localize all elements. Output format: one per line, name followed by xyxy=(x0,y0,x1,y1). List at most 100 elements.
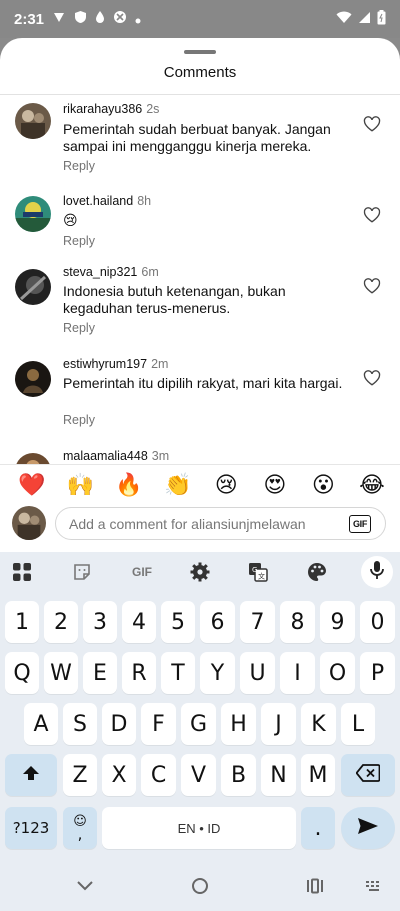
comment-input-box[interactable]: GIF xyxy=(55,507,386,540)
emoji-raised-hands[interactable]: 🙌 xyxy=(67,473,95,502)
avatar[interactable] xyxy=(15,269,51,305)
key-h[interactable]: H xyxy=(221,703,256,745)
dot-icon xyxy=(135,11,141,28)
key-j[interactable]: J xyxy=(261,703,296,745)
key-3[interactable]: 3 xyxy=(83,601,117,643)
nav-home-icon[interactable] xyxy=(190,876,210,896)
key-s[interactable]: S xyxy=(63,703,97,745)
settings-gear-icon[interactable] xyxy=(188,560,212,584)
key-w[interactable]: W xyxy=(44,652,78,694)
period-key[interactable]: . xyxy=(301,807,335,849)
comments-list[interactable]: rikarahayu386 2s Pemerintah sudah berbuat… xyxy=(0,95,400,464)
key-x[interactable]: X xyxy=(102,754,136,796)
emoji-fire[interactable]: 🔥 xyxy=(115,473,143,502)
key-5[interactable]: 5 xyxy=(161,601,195,643)
key-y[interactable]: Y xyxy=(200,652,235,694)
key-d[interactable]: D xyxy=(102,703,136,745)
backspace-icon xyxy=(355,763,381,788)
key-b[interactable]: B xyxy=(221,754,256,796)
gif-tab-icon[interactable]: GIF xyxy=(128,560,156,584)
send-key[interactable] xyxy=(341,807,395,849)
shift-key[interactable] xyxy=(5,754,57,796)
key-0[interactable]: 0 xyxy=(360,601,395,643)
comments-sheet: Comments rikarahayu386 2s Pemerintah suda… xyxy=(0,38,400,552)
key-c[interactable]: C xyxy=(141,754,176,796)
key-m[interactable]: M xyxy=(301,754,335,796)
comma-key-label: , xyxy=(77,825,83,843)
reply-button[interactable]: Reply xyxy=(63,234,95,248)
key-r[interactable]: R xyxy=(122,652,156,694)
emoji-quick-bar: ❤️ 🙌 🔥 👏 😢 😍 😮 😂 xyxy=(0,464,400,502)
emoji-clap[interactable]: 👏 xyxy=(164,473,192,502)
emoji-surprised[interactable]: 😮 xyxy=(309,473,337,502)
symbols-key[interactable]: ?123 xyxy=(5,807,57,849)
like-heart-icon[interactable] xyxy=(363,277,381,295)
reply-button[interactable]: Reply xyxy=(63,159,95,173)
key-q[interactable]: Q xyxy=(5,652,39,694)
key-z[interactable]: Z xyxy=(63,754,97,796)
key-e[interactable]: E xyxy=(83,652,117,694)
comment-username[interactable]: rikarahayu386 2s xyxy=(63,102,159,116)
key-1[interactable]: 1 xyxy=(5,601,39,643)
key-f[interactable]: F xyxy=(141,703,176,745)
key-t[interactable]: T xyxy=(161,652,195,694)
key-2[interactable]: 2 xyxy=(44,601,78,643)
translate-icon[interactable]: G文 xyxy=(246,560,270,584)
emoji-heart-eyes[interactable]: 😍 xyxy=(261,473,289,502)
key-i[interactable]: I xyxy=(280,652,315,694)
space-bar[interactable]: EN • ID xyxy=(102,807,296,849)
gif-button[interactable]: GIF xyxy=(349,515,371,533)
comment-username[interactable]: malaamalia448 3m xyxy=(63,449,169,463)
theme-palette-icon[interactable] xyxy=(305,560,329,584)
key-v[interactable]: V xyxy=(181,754,216,796)
mic-button[interactable] xyxy=(361,556,393,588)
nav-back-chevron-icon[interactable] xyxy=(74,876,96,896)
key-4[interactable]: 4 xyxy=(122,601,156,643)
current-user-avatar xyxy=(12,506,46,540)
key-l[interactable]: L xyxy=(341,703,375,745)
like-heart-icon[interactable] xyxy=(363,369,381,387)
comment-username[interactable]: steva_nip321 6m xyxy=(63,265,159,279)
backspace-key[interactable] xyxy=(341,754,395,796)
drag-handle[interactable] xyxy=(184,50,216,54)
sticker-icon[interactable] xyxy=(70,560,94,584)
key-9[interactable]: 9 xyxy=(320,601,355,643)
comment-text: Pemerintah sudah berbuat banyak. Jangan … xyxy=(63,121,331,154)
key-p[interactable]: P xyxy=(360,652,395,694)
emoji-crying[interactable]: 😢 xyxy=(212,473,240,502)
key-6[interactable]: 6 xyxy=(200,601,235,643)
comment-time: 8h xyxy=(137,194,152,208)
key-n[interactable]: N xyxy=(261,754,296,796)
like-heart-icon[interactable] xyxy=(363,206,381,224)
emoji-comma-key[interactable]: ☺ , xyxy=(63,807,97,849)
key-k[interactable]: K xyxy=(301,703,336,745)
keyboard-switch-icon[interactable] xyxy=(364,876,384,896)
reply-button[interactable]: Reply xyxy=(63,413,95,427)
drop-icon xyxy=(95,10,105,28)
battery-icon xyxy=(377,9,386,29)
key-u[interactable]: U xyxy=(240,652,275,694)
key-8[interactable]: 8 xyxy=(280,601,315,643)
vpn-icon xyxy=(113,10,127,28)
shield-icon xyxy=(74,10,87,28)
comment-text: 😢 xyxy=(63,212,78,228)
avatar[interactable] xyxy=(15,453,51,464)
nav-recents-icon[interactable] xyxy=(305,876,325,896)
comment-username[interactable]: estiwhyrum197 2m xyxy=(63,357,168,371)
avatar[interactable] xyxy=(15,103,51,139)
comment-input[interactable] xyxy=(69,515,339,532)
key-7[interactable]: 7 xyxy=(240,601,275,643)
avatar[interactable] xyxy=(15,196,51,232)
avatar[interactable] xyxy=(15,361,51,397)
emoji-heart[interactable]: ❤️ xyxy=(18,473,46,502)
svg-text:文: 文 xyxy=(258,572,265,581)
key-a[interactable]: A xyxy=(24,703,58,745)
like-heart-icon[interactable] xyxy=(363,115,381,133)
emoji-laughing[interactable]: 😂 xyxy=(358,473,386,502)
wifi-icon xyxy=(336,11,352,28)
apps-grid-icon[interactable] xyxy=(10,560,34,584)
reply-button[interactable]: Reply xyxy=(63,321,95,335)
key-o[interactable]: O xyxy=(320,652,355,694)
key-g[interactable]: G xyxy=(181,703,216,745)
comment-username[interactable]: lovet.hailand 8h xyxy=(63,194,151,208)
